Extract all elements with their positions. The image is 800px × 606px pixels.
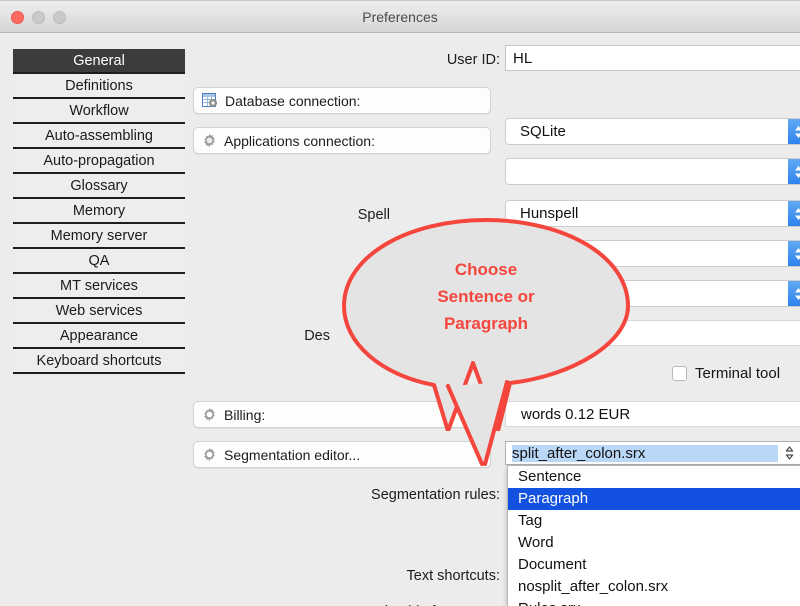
chevron-updown-icon (788, 119, 800, 144)
spell-checker-select[interactable]: Hunspell (505, 200, 800, 227)
dropdown-option-sentence[interactable]: Sentence (508, 466, 800, 488)
chevron-updown-icon[interactable] (778, 444, 800, 462)
gear-icon (202, 447, 217, 462)
dropdown-option-label: Rules.srx (518, 600, 581, 606)
segmentation-rules-label: Segmentation rules: (371, 487, 500, 503)
window-content: General Definitions Workflow Auto-assemb… (0, 34, 800, 606)
preferences-form: User ID: HL Database connection: SQLite … (0, 34, 800, 606)
segmentation-rules-value: split_after_colon.srx (512, 444, 778, 462)
dropdown-option-label: Document (518, 556, 587, 573)
user-id-label: User ID: (446, 52, 500, 68)
database-connection-button[interactable]: Database connection: (193, 87, 491, 114)
applications-connection-label: Applications connection: (224, 132, 375, 149)
dropdown-option-label: Paragraph (518, 490, 589, 507)
database-connection-label: Database connection: (225, 92, 361, 109)
gear-icon (202, 133, 217, 148)
text-shortcuts-label: Text shortcuts: (406, 568, 500, 584)
preferences-screen: CafeTran Espresso 2017 Harbinger Prefere… (0, 0, 800, 606)
database-icon (202, 93, 218, 108)
description-label: Des (304, 328, 330, 344)
preferences-window: Preferences General Definitions Workflow… (0, 0, 800, 606)
window-titlebar: Preferences (0, 3, 800, 33)
dropdown-option-nosplit-after-colon-srx[interactable]: nosplit_after_colon.srx (508, 576, 800, 598)
billing-label: Billing: (224, 406, 266, 423)
spell-checker-value: Hunspell (520, 205, 579, 222)
window-title: Preferences (362, 9, 438, 25)
preferences-select-row-2[interactable] (505, 280, 800, 307)
preferences-select-row-1[interactable] (505, 240, 800, 267)
billing-value: words 0.12 EUR (521, 406, 631, 423)
dropdown-option-label: Sentence (518, 468, 582, 485)
chevron-updown-icon (788, 159, 800, 184)
dropdown-option-document[interactable]: Document (508, 554, 800, 576)
billing-button[interactable]: Billing: (193, 401, 491, 428)
terminal-tool-checkbox-row[interactable]: Terminal tool (672, 365, 780, 382)
chevron-updown-icon (788, 281, 800, 306)
dropdown-option-label: nosplit_after_colon.srx (518, 578, 669, 595)
user-id-input[interactable]: HL (505, 45, 800, 71)
dropdown-option-label: Word (518, 534, 554, 551)
applications-connection-select[interactable] (505, 158, 800, 185)
gear-icon (202, 407, 217, 422)
terminal-tool-label: Terminal tool (695, 365, 781, 382)
terminal-tool-checkbox[interactable] (672, 366, 687, 381)
segmentation-rules-select[interactable]: split_after_colon.srx (505, 441, 800, 465)
database-connection-value: SQLite (520, 123, 566, 140)
dropdown-option-paragraph[interactable]: Paragraph (508, 488, 800, 510)
segmentation-rules-dropdown[interactable]: Sentence Paragraph Tag Word Document nos… (507, 465, 800, 606)
dropdown-option-label: Tag (518, 512, 543, 529)
chevron-updown-icon (788, 241, 800, 266)
dropdown-option-rules-srx[interactable]: Rules.srx (508, 598, 800, 606)
database-connection-select[interactable]: SQLite (505, 118, 800, 145)
dropdown-option-word[interactable]: Word (508, 532, 800, 554)
dropdown-option-tag[interactable]: Tag (508, 510, 800, 532)
segmentation-editor-label: Segmentation editor... (224, 446, 361, 463)
segmentation-editor-button[interactable]: Segmentation editor... (193, 441, 491, 468)
user-id-value: HL (513, 49, 533, 67)
chevron-updown-icon (788, 201, 800, 226)
description-input[interactable] (505, 320, 800, 346)
spell-checker-label: Spell (357, 207, 390, 223)
applications-connection-button[interactable]: Applications connection: (193, 127, 491, 154)
